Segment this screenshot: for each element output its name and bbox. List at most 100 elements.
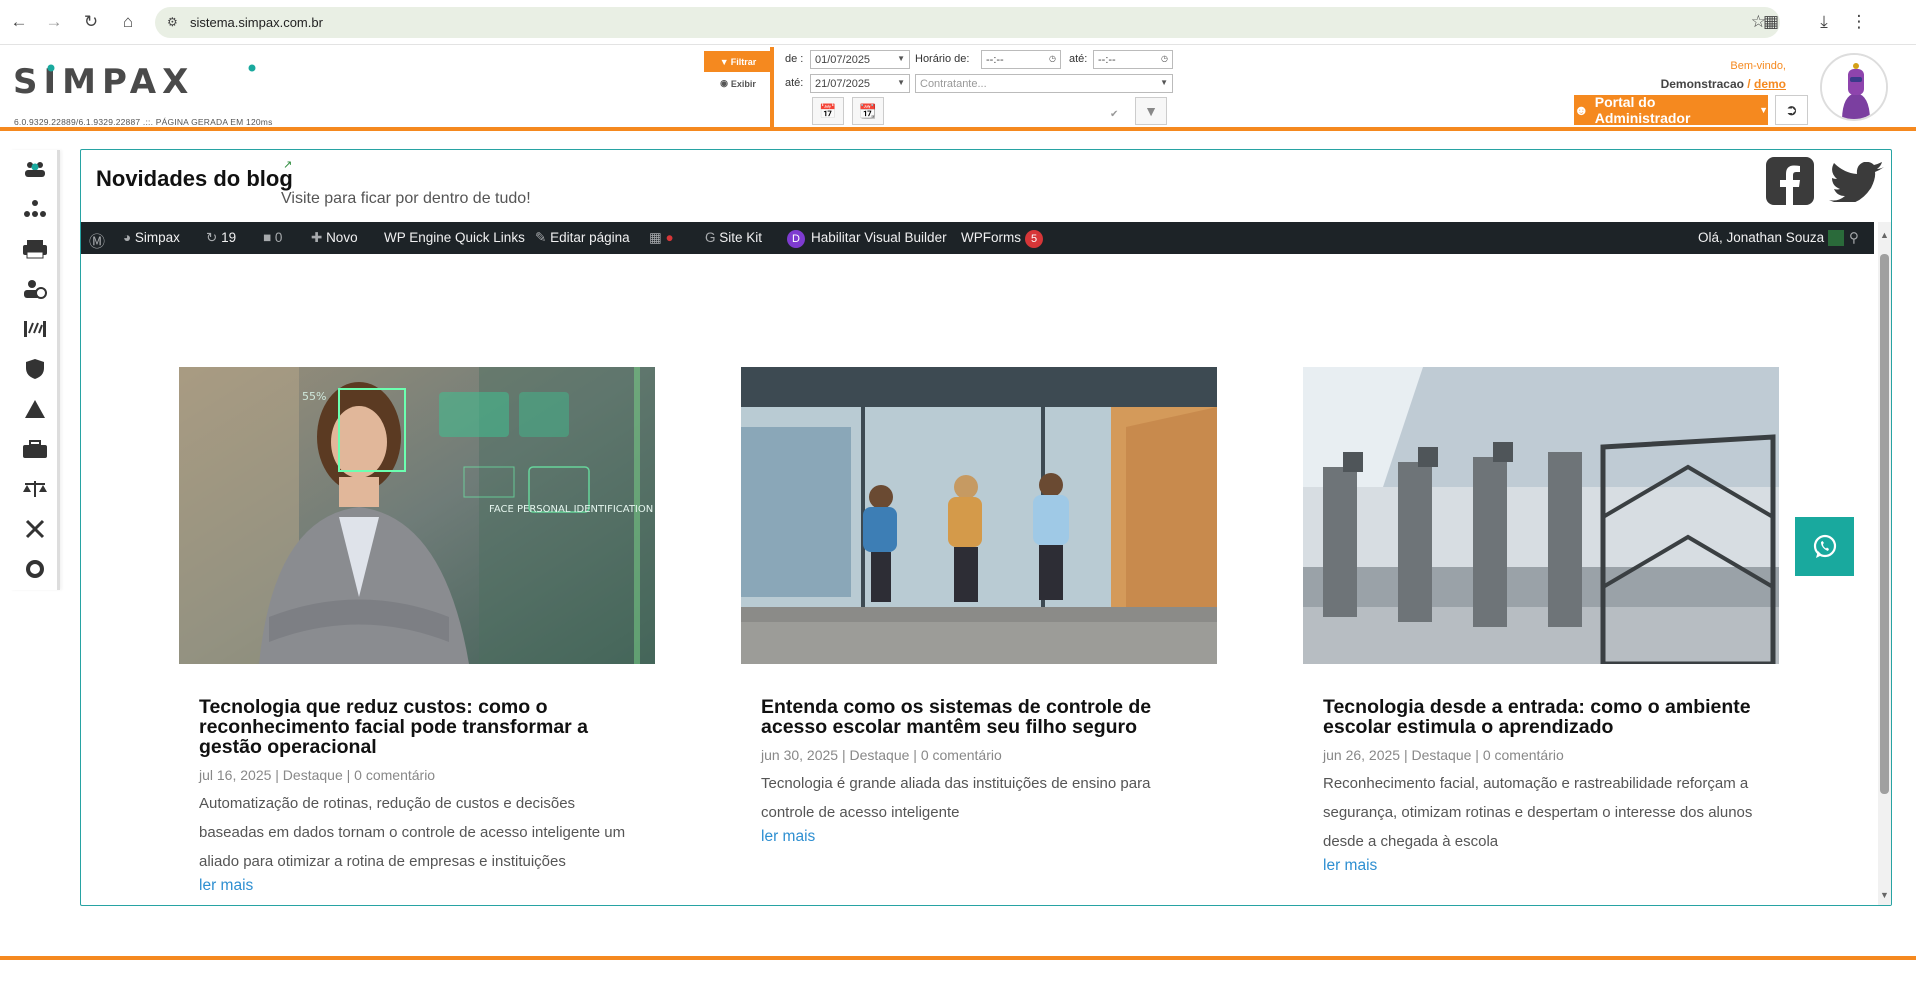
- twitter-icon[interactable]: [1829, 161, 1885, 207]
- post-excerpt: Tecnologia é grande aliada das instituiç…: [761, 775, 1151, 821]
- post-excerpt: Automatização de rotinas, redução de cus…: [199, 795, 626, 870]
- date-from-field[interactable]: 01/07/2025 ▼: [810, 50, 910, 69]
- post-meta: jul 16, 2025 | Destaque | 0 comentário: [199, 767, 436, 783]
- browser-toolbar: ← → ↻ ⌂ ⚙ sistema.simpax.com.br ☆ ▦ ⤓ ⋮: [0, 0, 1916, 45]
- wp-comments-link[interactable]: ■ 0: [263, 230, 282, 245]
- people-icon[interactable]: [20, 154, 50, 184]
- show-button[interactable]: ◉ Exibir: [704, 73, 772, 94]
- yoast-icon[interactable]: ▦ ●: [649, 230, 674, 246]
- post-excerpt: Reconhecimento facial, automação e rastr…: [1323, 775, 1753, 850]
- wpforms-badge: 5: [1025, 230, 1043, 248]
- wp-site-link[interactable]: ◕ Simpax: [123, 230, 180, 245]
- logout-icon: ➲: [1785, 102, 1798, 119]
- facebook-icon[interactable]: [1766, 157, 1814, 210]
- home-icon[interactable]: ⌂: [117, 11, 139, 33]
- shield-icon[interactable]: [20, 354, 50, 384]
- warning-icon[interactable]: [20, 394, 50, 424]
- wp-sitekit-link[interactable]: G Site Kit: [705, 230, 762, 245]
- eye-icon: ◉: [720, 78, 728, 88]
- post-image-turnstiles[interactable]: [1303, 367, 1779, 664]
- calendar-down-icon[interactable]: 📆: [852, 97, 884, 125]
- printer-icon[interactable]: [20, 234, 50, 264]
- reload-icon[interactable]: ↻: [80, 11, 102, 33]
- wp-quick-links[interactable]: WP Engine Quick Links: [384, 230, 525, 245]
- avatar-small-icon: [1827, 230, 1844, 247]
- clear-filter-icon[interactable]: ▼: [1135, 97, 1167, 125]
- time-to-field[interactable]: --:-- ◷: [1093, 50, 1173, 69]
- address-bar[interactable]: ⚙ sistema.simpax.com.br ☆: [155, 7, 1780, 38]
- user-clock-icon[interactable]: [20, 274, 50, 304]
- blog-title: Novidades do blog: [96, 166, 293, 191]
- wp-account-greeting[interactable]: Olá, Jonathan Souza: [1698, 230, 1844, 247]
- time-from-field[interactable]: --:-- ◷: [981, 50, 1061, 69]
- time-from-label: Horário de:: [915, 53, 970, 65]
- external-link-icon[interactable]: ↗: [283, 158, 292, 171]
- scrollbar-thumb[interactable]: [1880, 254, 1889, 794]
- refresh-icon: ↻: [206, 230, 222, 245]
- plus-icon: ✚: [311, 230, 327, 245]
- version-text: 6.0.9329.22889/6.1.9329.22887 .::. PÁGIN…: [14, 117, 273, 127]
- tab-search-icon[interactable]: ⋮: [1848, 11, 1870, 33]
- read-more-link[interactable]: ler mais: [761, 828, 815, 846]
- check-icon: ✔: [1110, 109, 1119, 120]
- date-to-label: até:: [785, 77, 804, 89]
- portal-admin-button[interactable]: ☻ Portal do Administrador ▼: [1574, 94, 1768, 126]
- back-icon[interactable]: ←: [8, 11, 30, 33]
- scroll-down-icon[interactable]: ▼: [1880, 890, 1889, 900]
- divi-icon: D: [787, 230, 805, 248]
- blog-panel: Novidades do blog ↗ Visite para ficar po…: [80, 149, 1892, 906]
- headset-icon[interactable]: [20, 554, 50, 584]
- time-to-label: até:: [1069, 53, 1088, 65]
- post-title[interactable]: Entenda como os sistemas de controle de …: [761, 697, 1191, 737]
- image-caption: FACE PERSONAL IDENTIFICATION: [489, 504, 653, 515]
- post-card-3: Tecnologia desde a entrada: como o ambie…: [1303, 367, 1779, 874]
- read-more-link[interactable]: ler mais: [1323, 857, 1377, 875]
- post-meta: jun 26, 2025 | Destaque | 0 comentário: [1323, 747, 1564, 763]
- wp-wpforms-link[interactable]: WPForms 5: [961, 230, 1043, 248]
- filter-button[interactable]: ▼ Filtrar: [704, 51, 772, 72]
- site-info-icon[interactable]: ⚙: [167, 15, 178, 29]
- header-divider: [0, 127, 1916, 131]
- search-icon[interactable]: ⚲: [1849, 230, 1859, 246]
- toolbox-icon[interactable]: [20, 434, 50, 464]
- footer-divider: [0, 956, 1916, 960]
- google-icon: G: [705, 230, 720, 245]
- filter-divider: [770, 47, 774, 127]
- forward-icon[interactable]: →: [43, 11, 65, 33]
- avatar[interactable]: [1820, 53, 1888, 121]
- tools-icon[interactable]: [20, 514, 50, 544]
- wp-admin-bar: Ⓜ ◕ Simpax ↻ 19 ■ 0 ✚ Novo WP Engine Qui…: [81, 222, 1874, 254]
- user-link[interactable]: demo: [1754, 77, 1786, 91]
- download-icon[interactable]: ⤓: [1813, 11, 1835, 33]
- pencil-icon: ✎: [535, 230, 551, 245]
- post-image-school-entrance[interactable]: [741, 367, 1217, 664]
- post-card-1: 55% FACE PERSONAL IDENTIFICATION Tecnolo…: [179, 367, 655, 894]
- org-chart-icon[interactable]: [20, 194, 50, 224]
- wp-updates-link[interactable]: ↻ 19: [206, 230, 236, 246]
- wp-new-link[interactable]: ✚ Novo: [311, 230, 358, 246]
- date-to-field[interactable]: 21/07/2025 ▼: [810, 74, 910, 93]
- post-title[interactable]: Tecnologia que reduz custos: como o reco…: [199, 697, 629, 757]
- app-header: SIMPAX 6.0.9329.22889/6.1.9329.22887 .::…: [0, 45, 1916, 130]
- welcome-block: Bem-vindo, Demonstracao / demo: [1660, 60, 1786, 91]
- calendar-up-icon[interactable]: 📅: [812, 97, 844, 125]
- wp-edit-page[interactable]: ✎ Editar página: [535, 230, 630, 246]
- contractor-select[interactable]: Contratante... ▼: [915, 74, 1173, 93]
- post-image-face-recognition[interactable]: 55% FACE PERSONAL IDENTIFICATION: [179, 367, 655, 664]
- wordpress-icon[interactable]: Ⓜ: [89, 228, 105, 252]
- simpax-logo[interactable]: SIMPAX: [13, 62, 273, 102]
- blog-subtitle: Visite para ficar por dentro de tudo!: [281, 190, 531, 207]
- whatsapp-button[interactable]: [1795, 517, 1854, 576]
- scale-icon[interactable]: [20, 474, 50, 504]
- read-more-link[interactable]: ler mais: [199, 877, 253, 895]
- logout-button[interactable]: ➲: [1775, 95, 1808, 125]
- clock-icon: ◷: [1161, 54, 1168, 63]
- chevron-down-icon: ▼: [897, 54, 905, 63]
- url-text: sistema.simpax.com.br: [190, 15, 323, 30]
- extensions-icon[interactable]: ▦: [1760, 11, 1782, 33]
- turnstile-icon[interactable]: [20, 314, 50, 344]
- post-title[interactable]: Tecnologia desde a entrada: como o ambie…: [1323, 697, 1753, 737]
- wp-visual-builder[interactable]: D Habilitar Visual Builder: [787, 230, 947, 248]
- comment-icon: ■: [263, 230, 275, 245]
- scroll-up-icon[interactable]: ▲: [1880, 230, 1889, 240]
